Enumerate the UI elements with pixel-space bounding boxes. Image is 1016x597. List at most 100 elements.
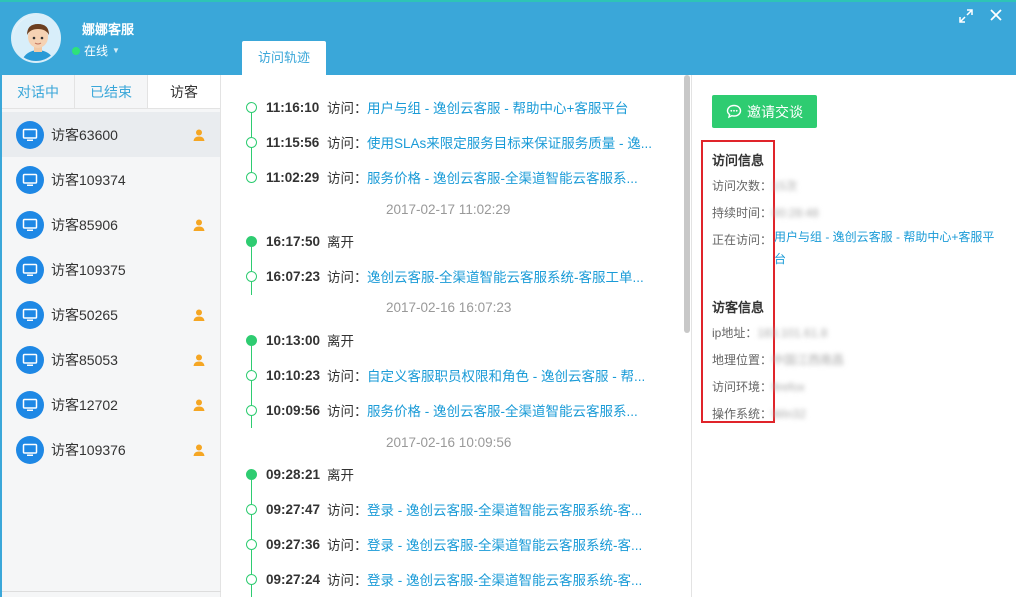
tab-visitors[interactable]: 访客 — [148, 75, 220, 108]
current-page-label: 正在访问： — [712, 233, 773, 247]
chevron-down-icon: ▼ — [112, 46, 120, 55]
online-status-dot — [72, 46, 80, 55]
env-label: 访问环境： — [712, 380, 773, 394]
tab-visit-track[interactable]: 访问轨迹 — [242, 41, 326, 75]
user-icon — [192, 128, 206, 142]
timeline-entry: 10:13:00 离开 — [222, 330, 682, 350]
computer-icon — [16, 435, 44, 464]
visitor-item[interactable]: 访客109376 — [2, 427, 220, 472]
entry-page-link[interactable]: 用户与组 - 逸创云客服 - 帮助中心+客服平台 — [367, 97, 628, 117]
timeline-entry: 09:27:36 访问： 登录 - 逸创云客服-全渠道智能云客服系统-客... — [222, 534, 682, 554]
session-date: 2017-02-16 10:09:56 — [222, 432, 682, 452]
timeline-dot-leave — [246, 236, 257, 247]
ip-value: 183.101.61.8 — [757, 326, 828, 340]
visitor-item[interactable]: 访客85053 — [2, 337, 220, 382]
visitor-item[interactable]: 访客63600 — [2, 112, 220, 157]
window-header: 娜娜客服 在线 ▼ 访问轨迹 — [0, 0, 1016, 75]
invite-chat-label: 邀请交谈 — [747, 103, 803, 120]
entry-page-link[interactable]: 登录 - 逸创云客服-全渠道智能云客服系统-客... — [367, 569, 642, 589]
entry-time: 10:13:00 — [266, 332, 321, 348]
user-icon — [192, 308, 206, 322]
user-icon — [192, 398, 206, 412]
visitor-name: 访客50265 — [51, 306, 118, 323]
visitor-item[interactable]: 访客109374 — [2, 157, 220, 202]
entry-page-link[interactable]: 使用SLAs来限定服务目标来保证服务质量 - 逸... — [367, 132, 652, 152]
timeline-dot-leave — [246, 469, 257, 480]
entry-action: 访问： — [327, 404, 368, 419]
entry-time: 11:15:56 — [266, 134, 320, 150]
computer-icon — [16, 345, 44, 374]
entry-time: 09:27:24 — [266, 571, 321, 587]
timeline-entry: 10:09:56 访问： 服务价格 - 逸创云客服-全渠道智能云客服系... — [222, 400, 682, 420]
timeline-dot — [246, 504, 257, 515]
duration-field: 持续时间：00:28:48 — [712, 204, 819, 221]
user-icon — [192, 218, 206, 232]
entry-time: 10:10:23 — [266, 367, 321, 383]
header-accent-line — [0, 0, 1016, 2]
entry-page-link[interactable]: 服务价格 - 逸创云客服-全渠道智能云客服系... — [367, 400, 638, 420]
user-icon — [192, 353, 206, 367]
geo-value: 中国江西南昌 — [772, 353, 845, 367]
entry-action: 访问： — [327, 573, 368, 588]
timeline-entry: 09:27:24 访问： 登录 - 逸创云客服-全渠道智能云客服系统-客... — [222, 569, 682, 589]
visitor-sidebar: 对话中 已结束 访客 访客63600 访客109374 访客85906 访客10… — [0, 75, 221, 597]
timeline-entry: 09:27:47 访问： 登录 - 逸创云客服-全渠道智能云客服系统-客... — [222, 499, 682, 519]
timeline-entry: 11:02:29 访问： 服务价格 - 逸创云客服-全渠道智能云客服系... — [222, 167, 682, 187]
env-value: firefox — [772, 380, 805, 394]
current-page-link[interactable]: 用户与组 - 逸创云客服 - 帮助中心+客服平台 — [774, 226, 999, 270]
timeline-dot — [246, 574, 257, 585]
timeline-dot — [246, 405, 257, 416]
entry-action: 离开 — [327, 468, 354, 483]
entry-action: 访问： — [327, 270, 368, 285]
entry-page-link[interactable]: 自定义客服职员权限和角色 - 逸创云客服 - 帮... — [367, 365, 645, 385]
entry-action: 访问： — [327, 136, 368, 151]
entry-page-link[interactable]: 逸创云客服-全渠道智能云客服系统-客服工单... — [367, 266, 644, 286]
timeline-entry: 11:16:10 访问： 用户与组 - 逸创云客服 - 帮助中心+客服平台 — [222, 97, 682, 117]
sidebar-tabs: 对话中 已结束 访客 — [2, 75, 220, 109]
computer-icon — [16, 300, 44, 329]
entry-page-link[interactable]: 服务价格 - 逸创云客服-全渠道智能云客服系... — [367, 167, 638, 187]
entry-action: 访问： — [327, 538, 368, 553]
os-value: Win32 — [772, 407, 807, 421]
chat-bubble-icon — [726, 104, 742, 119]
computer-icon — [16, 255, 44, 284]
status-selector[interactable]: 在线 ▼ — [72, 42, 120, 59]
visitor-item[interactable]: 访客50265 — [2, 292, 220, 337]
agent-name: 娜娜客服 — [82, 22, 135, 37]
session-date: 2017-02-17 11:02:29 — [222, 199, 682, 219]
timeline-scrollbar[interactable] — [684, 75, 690, 333]
entry-time: 11:02:29 — [266, 169, 320, 185]
entry-page-link[interactable]: 登录 - 逸创云客服-全渠道智能云客服系统-客... — [367, 499, 642, 519]
visit-count-field: 访问次数：15次 — [712, 177, 797, 194]
visitor-item[interactable]: 访客12702 — [2, 382, 220, 427]
ip-label: ip地址： — [712, 326, 758, 340]
current-page-field: 正在访问： — [712, 231, 772, 248]
tab-in-conversation[interactable]: 对话中 — [2, 75, 75, 108]
entry-time: 09:28:21 — [266, 466, 321, 482]
sidebar-scrollbar[interactable] — [2, 591, 221, 597]
timeline-dot-leave — [246, 335, 257, 346]
entry-page-link[interactable]: 登录 - 逸创云客服-全渠道智能云客服系统-客... — [367, 534, 642, 554]
visitor-name: 访客12702 — [51, 396, 118, 413]
entry-time: 16:17:50 — [266, 233, 321, 249]
session-date-text: 2017-02-16 10:09:56 — [386, 434, 512, 450]
entry-time: 10:09:56 — [266, 402, 321, 418]
geo-field: 地理位置：中国江西南昌 — [712, 351, 844, 368]
session-date-text: 2017-02-17 11:02:29 — [386, 201, 511, 217]
session-date-text: 2017-02-16 16:07:23 — [386, 299, 512, 315]
visit-info-title: 访问信息 — [712, 153, 765, 168]
visitor-name: 访客63600 — [51, 126, 118, 143]
status-label: 在线 — [84, 44, 109, 58]
tab-ended[interactable]: 已结束 — [75, 75, 148, 108]
close-icon[interactable] — [989, 8, 1003, 27]
visitor-name: 访客109374 — [51, 171, 126, 188]
visit-track-panel: 11:16:10 访问： 用户与组 - 逸创云客服 - 帮助中心+客服平台 11… — [222, 75, 690, 597]
visitor-item[interactable]: 访客85906 — [2, 202, 220, 247]
expand-icon[interactable] — [958, 8, 974, 28]
entry-action: 访问： — [327, 369, 368, 384]
entry-time: 11:16:10 — [266, 99, 320, 115]
invite-chat-button[interactable]: 邀请交谈 — [712, 95, 817, 128]
agent-avatar[interactable] — [11, 13, 61, 63]
visitor-item[interactable]: 访客109375 — [2, 247, 220, 292]
timeline-entry: 09:28:21 离开 — [222, 464, 682, 484]
